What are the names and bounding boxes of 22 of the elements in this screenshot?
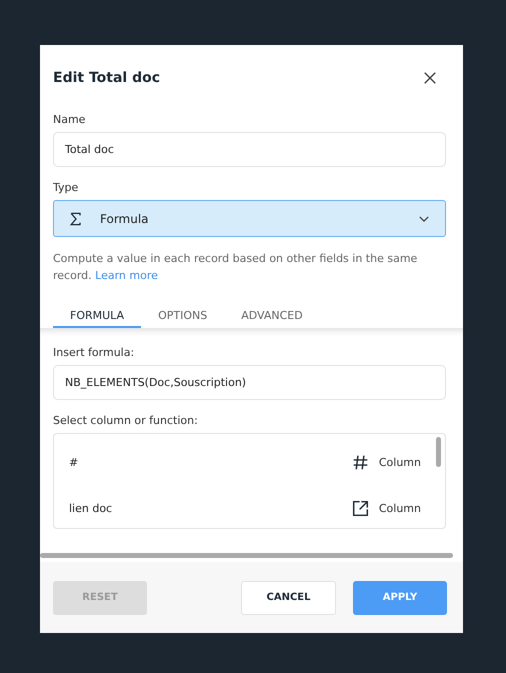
description-text: Compute a value in each record based on other fields in the same record. Learn more xyxy=(53,251,418,284)
external-link-icon xyxy=(352,500,369,516)
field-label: Insert formula: xyxy=(53,346,136,359)
field-label: Name xyxy=(53,113,86,126)
tab[interactable]: ADVANCED xyxy=(224,304,320,328)
field-label: Type xyxy=(53,181,80,194)
tab[interactable]: OPTIONS xyxy=(141,304,224,328)
field-label: Select column or function: xyxy=(53,414,199,427)
tab[interactable]: FORMULA xyxy=(53,304,142,328)
close-icon[interactable] xyxy=(423,71,437,85)
column-name[interactable]: lien doc xyxy=(69,502,352,514)
scrollbar-thumb[interactable] xyxy=(436,437,441,467)
dialog-title: Edit Total doc xyxy=(53,70,160,86)
type-dropdown[interactable]: Formula xyxy=(53,200,446,237)
dialog-button[interactable]: CANCEL xyxy=(241,580,336,614)
column-type: Column xyxy=(378,502,421,514)
column-type: Column xyxy=(378,456,421,468)
formula-field[interactable]: NB_ELEMENTS(Doc,Souscription) xyxy=(53,365,446,400)
horizontal-scrollbar[interactable] xyxy=(40,553,453,558)
hash-icon xyxy=(352,454,369,470)
name-field[interactable]: Total doc xyxy=(53,132,446,167)
column-name[interactable]: # xyxy=(69,456,352,468)
